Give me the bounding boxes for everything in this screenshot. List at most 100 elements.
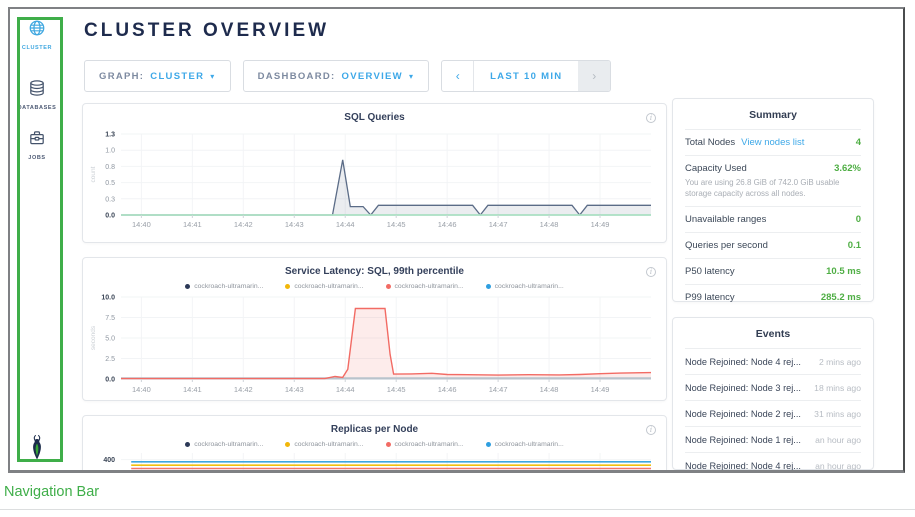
x-tick-label: 14:48 (540, 385, 559, 394)
summary-row: P99 latency 285.2 ms (685, 285, 861, 310)
service-latency-chart-card: Service Latency: SQL, 99th percentile i … (82, 257, 667, 401)
legend-dot-icon (386, 284, 391, 289)
legend-label: cockroach-ultramarin... (194, 283, 263, 290)
x-tick-label: 14:47 (489, 220, 508, 229)
summary-row-label: Capacity Used (685, 163, 747, 174)
y-tick-label: 1.3 (105, 132, 115, 139)
x-tick-label: 14:45 (387, 385, 406, 394)
events-title: Events (685, 318, 861, 349)
replicas-per-node-plot[interactable]: 400 (83, 451, 664, 473)
legend-item: cockroach-ultramarin... (386, 439, 464, 449)
x-tick-label: 14:46 (438, 220, 457, 229)
x-tick-label: 14:42 (234, 385, 253, 394)
x-tick-label: 14:43 (285, 385, 304, 394)
y-tick-label: 5.0 (105, 336, 115, 343)
series-area-node-4-replicas (131, 472, 651, 473)
page-divider-line (0, 509, 915, 510)
main-content: CLUSTER OVERVIEW GRAPH: CLUSTER ▾ DASHBO… (64, 9, 903, 470)
dashboard-dropdown-label: DASHBOARD: (258, 71, 336, 82)
x-tick-label: 14:46 (438, 385, 457, 394)
event-text: Node Rejoined: Node 2 rej... (685, 409, 801, 419)
legend-item: cockroach-ultramarin... (185, 281, 263, 291)
legend-dot-icon (285, 442, 290, 447)
page-title: CLUSTER OVERVIEW (84, 20, 329, 42)
x-tick-label: 14:40 (132, 220, 151, 229)
chart-title: Replicas per Node (83, 416, 666, 435)
time-range-prev-button[interactable]: ‹ (442, 61, 474, 91)
summary-rows: Total NodesView nodes list4Capacity Used… (685, 130, 861, 310)
summary-row-value: 0 (856, 214, 861, 225)
navigation-sidebar: CLUSTER DATABASES (10, 9, 64, 470)
y-tick-label: 0.5 (105, 180, 115, 187)
x-tick-label: 14:41 (183, 385, 202, 394)
chart-legend: cockroach-ultramarin... cockroach-ultrama… (83, 439, 666, 449)
chevron-down-icon: ▾ (210, 72, 215, 81)
sidebar-item-jobs[interactable]: JOBS (10, 129, 64, 161)
replicas-per-node-chart-card: Replicas per Node i cockroach-ultramarin… (82, 415, 667, 473)
y-axis-unit-label: count (90, 166, 97, 182)
sidebar-item-label: JOBS (28, 155, 45, 161)
databases-icon (28, 79, 46, 102)
event-text: Node Rejoined: Node 4 rej... (685, 461, 801, 471)
legend-item: cockroach-ultramarin... (486, 281, 564, 291)
event-row: Node Rejoined: Node 2 rej...31 mins ago (685, 401, 861, 427)
legend-item: cockroach-ultramarin... (285, 439, 363, 449)
graph-dropdown[interactable]: GRAPH: CLUSTER ▾ (84, 60, 231, 92)
legend-dot-icon (486, 284, 491, 289)
sidebar-item-databases[interactable]: DATABASES (10, 79, 64, 111)
x-tick-label: 14:43 (285, 220, 304, 229)
x-tick-label: 14:45 (387, 220, 406, 229)
summary-row-value: 285.2 ms (821, 292, 861, 303)
info-icon[interactable]: i (646, 113, 656, 123)
summary-panel: Summary Total NodesView nodes list4Capac… (672, 98, 874, 302)
info-icon[interactable]: i (646, 425, 656, 435)
legend-label: cockroach-ultramarin... (495, 441, 564, 448)
summary-row-value: 10.5 ms (826, 266, 861, 277)
x-tick-label: 14:48 (540, 220, 559, 229)
dashboard-dropdown[interactable]: DASHBOARD: OVERVIEW ▾ (243, 60, 430, 92)
chevron-down-icon: ▾ (409, 72, 414, 81)
legend-label: cockroach-ultramarin... (395, 283, 464, 290)
summary-row-label: P99 latency (685, 292, 735, 303)
capacity-caption: You are using 26.8 GiB of 742.0 GiB usab… (685, 177, 861, 199)
view-nodes-link[interactable]: View nodes list (741, 137, 804, 148)
event-rows: Node Rejoined: Node 4 rej...2 mins ago No… (685, 349, 861, 473)
chart-legend: cockroach-ultramarin... cockroach-ultrama… (83, 281, 666, 291)
sidebar-item-label: DATABASES (18, 105, 57, 111)
time-range-selector: ‹ LAST 10 MIN › (441, 60, 611, 92)
x-tick-label: 14:49 (591, 385, 610, 394)
dashboard-dropdown-value: OVERVIEW (342, 71, 403, 82)
x-tick-label: 14:49 (591, 220, 610, 229)
x-tick-label: 14:44 (336, 220, 355, 229)
legend-item: cockroach-ultramarin... (486, 439, 564, 449)
x-tick-label: 14:47 (489, 385, 508, 394)
legend-item: cockroach-ultramarin... (285, 281, 363, 291)
cluster-globe-icon (28, 19, 46, 42)
legend-dot-icon (185, 284, 190, 289)
screenshot-stage: CLUSTER DATABASES (0, 0, 915, 517)
jobs-briefcase-icon (28, 129, 46, 152)
sql-queries-plot[interactable]: 14:4014:4114:4214:4314:4414:4514:4614:47… (83, 124, 664, 232)
event-row: Node Rejoined: Node 1 rej...an hour ago (685, 427, 861, 453)
y-tick-label: 0.8 (105, 164, 115, 171)
summary-title: Summary (685, 99, 861, 130)
legend-dot-icon (285, 284, 290, 289)
y-tick-label: 0.0 (105, 377, 115, 384)
legend-label: cockroach-ultramarin... (294, 441, 363, 448)
summary-row-label: Unavailable ranges (685, 214, 766, 225)
x-tick-label: 14:44 (336, 385, 355, 394)
event-row: Node Rejoined: Node 4 rej...2 mins ago (685, 349, 861, 375)
time-range-next-button-disabled[interactable]: › (578, 61, 610, 91)
legend-dot-icon (486, 442, 491, 447)
event-text: Node Rejoined: Node 1 rej... (685, 435, 801, 445)
y-tick-label: 2.5 (105, 356, 115, 363)
y-axis-unit-label: seconds (90, 325, 97, 350)
info-icon[interactable]: i (646, 267, 656, 277)
service-latency-plot[interactable]: 14:40 14:41 14:42 14:43 14:44 14:45 14:46 14:47… (83, 291, 664, 397)
cockroachdb-logo[interactable] (10, 434, 64, 461)
sidebar-item-cluster[interactable]: CLUSTER (10, 19, 64, 51)
x-tick-label: 14:40 (132, 385, 151, 394)
time-range-label[interactable]: LAST 10 MIN (474, 61, 578, 91)
graph-dropdown-label: GRAPH: (99, 71, 144, 82)
sql-queries-chart-card: SQL Queries i 14:4014:4114:4214:4314:441… (82, 103, 667, 243)
